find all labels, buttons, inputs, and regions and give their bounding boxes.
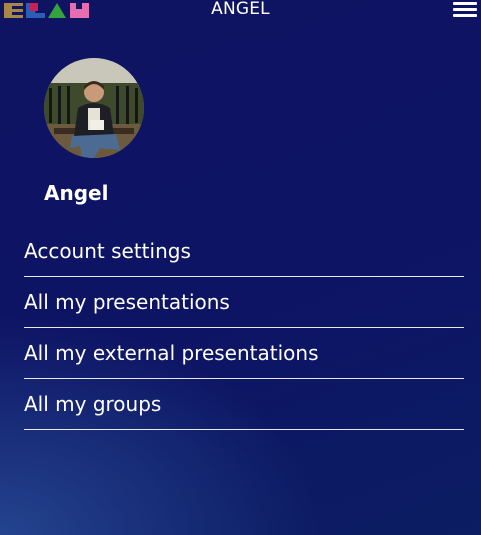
user-photo-avatar — [44, 58, 144, 158]
menu-line — [453, 2, 477, 5]
menu-item-all-my-groups[interactable]: All my groups — [24, 379, 464, 430]
user-name: Angel — [44, 181, 109, 205]
menu-line — [453, 14, 477, 17]
menu-item-all-my-external-presentations[interactable]: All my external presentations — [24, 328, 464, 379]
menu-line — [453, 8, 477, 11]
hamburger-menu-icon[interactable] — [453, 1, 477, 17]
avatar[interactable] — [44, 58, 144, 158]
page-title: ANGEL — [211, 0, 270, 19]
menu-item-all-my-presentations[interactable]: All my presentations — [24, 277, 464, 328]
top-bar: ANGEL — [0, 0, 481, 20]
menu-item-account-settings[interactable]: Account settings — [24, 226, 464, 277]
account-menu: Account settings All my presentations Al… — [24, 226, 464, 430]
